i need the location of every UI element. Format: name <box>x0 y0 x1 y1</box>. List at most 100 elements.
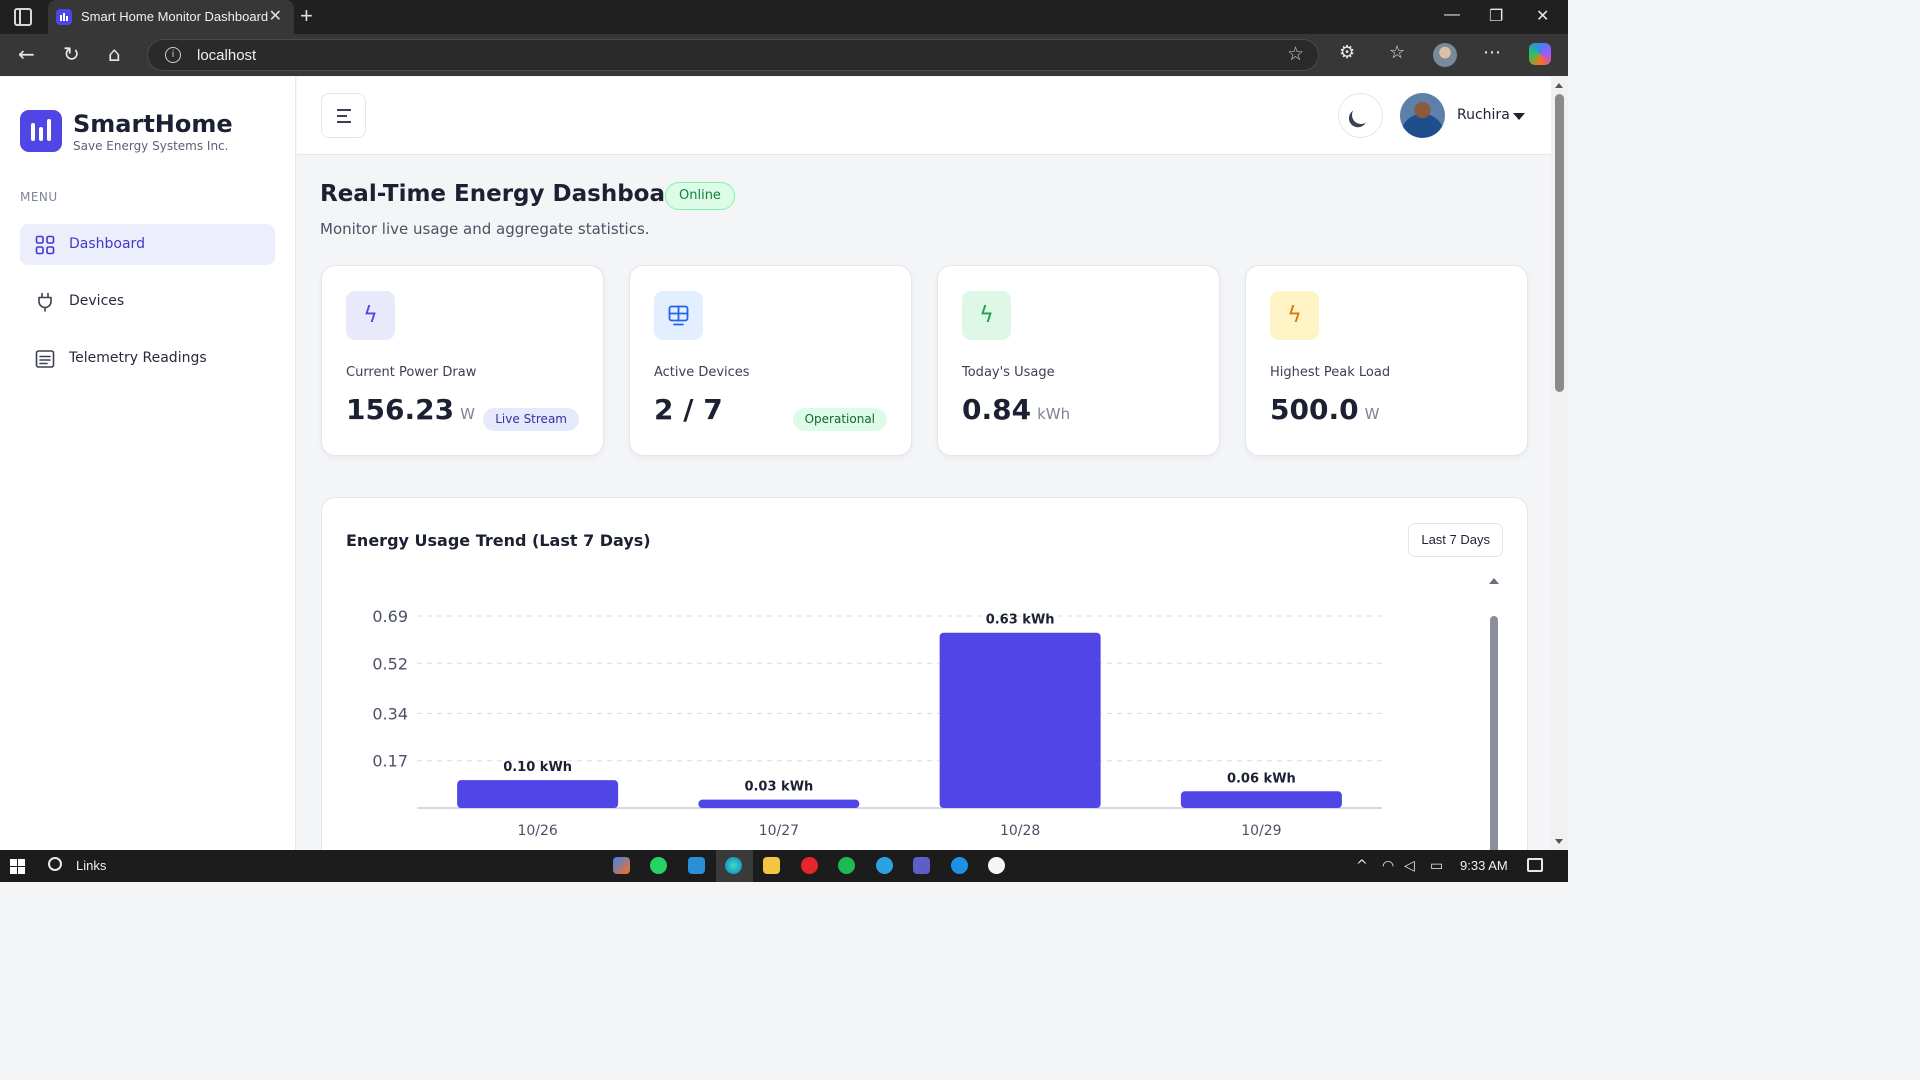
address-bar[interactable]: i localhost ☆ <box>147 39 1319 71</box>
volume-icon[interactable]: ◁ <box>1404 858 1415 874</box>
browser-profile-avatar[interactable] <box>1433 43 1457 67</box>
close-window-button[interactable]: ✕ <box>1536 6 1549 26</box>
brand-name: SmartHome <box>73 110 233 138</box>
browser-tab-bar: Smart Home Monitor Dashboard ✕ + — ❐ ✕ <box>0 0 1568 34</box>
dark-mode-toggle-icon[interactable] <box>1338 93 1383 138</box>
edge-app-icon[interactable] <box>725 857 742 874</box>
stat-card-current-power-draw: ϟ Current Power Draw 156.23 W Live Stream <box>321 265 604 456</box>
sidebar-item-label: Telemetry Readings <box>69 350 207 366</box>
windows-start-icon[interactable] <box>10 859 25 874</box>
chart-bar <box>1180 791 1342 808</box>
menu-toggle-button[interactable] <box>321 93 366 138</box>
user-name[interactable]: Ruchira <box>1457 107 1510 123</box>
browser-tab[interactable]: Smart Home Monitor Dashboard ✕ <box>48 0 294 34</box>
card-badge: Live Stream <box>483 408 579 431</box>
reload-icon[interactable]: ↻ <box>63 42 80 66</box>
whatsapp-app-icon[interactable] <box>650 857 667 874</box>
wifi-icon[interactable]: ◠ <box>1382 858 1394 874</box>
taskbar-clock[interactable]: 9:33 AM <box>1460 858 1508 873</box>
teams-app-icon[interactable] <box>913 857 930 874</box>
y-tick-label: 0.17 <box>372 752 408 771</box>
bar-data-label: 0.06 kWh <box>1227 771 1296 786</box>
avatar[interactable] <box>1400 93 1445 138</box>
card-icon-tile: ϟ <box>1270 291 1319 340</box>
sidebar-item-telemetry-readings[interactable]: Telemetry Readings <box>20 338 275 379</box>
stat-card-todays-usage: ϟ Today's Usage 0.84 kWh <box>937 265 1220 456</box>
x-tick-label: 10/27 <box>759 823 799 839</box>
browser-toolbar: ← ↻ ⌂ i localhost ☆ ⚙ ☆ ⋯ <box>0 34 1568 76</box>
card-unit: kWh <box>1037 405 1071 423</box>
app-icon[interactable] <box>988 857 1005 874</box>
page-title: Real-Time Energy Dashboard <box>320 181 693 207</box>
status-badge: Online <box>665 182 735 210</box>
chevron-up-icon[interactable]: ^ <box>1356 858 1368 874</box>
site-info-icon[interactable]: i <box>165 47 181 63</box>
x-tick-label: 10/29 <box>1241 823 1281 839</box>
scrollbar-thumb[interactable] <box>1555 94 1564 392</box>
spotify-app-icon[interactable] <box>838 857 855 874</box>
home-icon[interactable]: ⌂ <box>108 42 121 66</box>
chart-scroll-up-icon[interactable] <box>1489 578 1499 584</box>
docker-app-icon[interactable] <box>951 857 968 874</box>
search-icon[interactable] <box>48 857 62 871</box>
bar-data-label: 0.10 kWh <box>503 760 572 775</box>
back-icon[interactable]: ← <box>18 42 35 66</box>
energy-usage-bar-chart: 0.17 0.34 0.52 0.69 0.10 kWh 10/26 0.03 kWh 10/… <box>372 607 1382 839</box>
card-icon-tile: ϟ <box>962 291 1011 340</box>
stat-card-highest-peak-load: ϟ Highest Peak Load 500.0 W <box>1245 265 1528 456</box>
grid-icon <box>35 235 55 255</box>
chevron-down-icon[interactable] <box>1513 113 1525 120</box>
date-range-button[interactable]: Last 7 Days <box>1408 523 1503 557</box>
top-header: Ruchira <box>297 77 1551 155</box>
sidebar: SmartHome Save Energy Systems Inc. MENU … <box>0 77 296 850</box>
menu-section-label: MENU <box>20 190 58 204</box>
tab-title: Smart Home Monitor Dashboard <box>81 9 269 24</box>
sidebar-item-devices[interactable]: Devices <box>20 281 275 322</box>
bar-data-label: 0.63 kWh <box>986 613 1055 628</box>
chart-bar <box>939 632 1101 808</box>
more-options-icon[interactable]: ⋯ <box>1483 42 1501 63</box>
card-value: 156.23 W <box>346 393 475 426</box>
card-icon-tile <box>654 291 703 340</box>
sidebar-item-dashboard[interactable]: Dashboard <box>20 224 275 265</box>
favorite-star-icon[interactable]: ☆ <box>1287 43 1304 65</box>
card-badge: Operational <box>792 408 887 431</box>
new-tab-button[interactable]: + <box>300 3 313 29</box>
card-value: 2 / 7 <box>654 393 723 426</box>
copilot-app-icon[interactable] <box>613 857 630 874</box>
url-text[interactable]: localhost <box>197 47 256 64</box>
favorites-icon[interactable]: ☆ <box>1389 42 1405 63</box>
card-label: Today's Usage <box>962 365 1055 380</box>
telegram-app-icon[interactable] <box>876 857 893 874</box>
energy-usage-chart-card: Energy Usage Trend (Last 7 Days) Last 7 … <box>321 497 1528 850</box>
scroll-down-icon[interactable] <box>1555 839 1563 844</box>
chart-scrollbar[interactable] <box>1490 616 1498 850</box>
page-scrollbar[interactable] <box>1551 77 1568 850</box>
x-tick-label: 10/26 <box>517 823 557 839</box>
media-player-app-icon[interactable] <box>801 857 818 874</box>
list-icon <box>35 350 55 368</box>
minimize-button[interactable]: — <box>1444 6 1460 24</box>
battery-icon[interactable]: ▭ <box>1430 858 1443 874</box>
file-explorer-app-icon[interactable] <box>763 857 780 874</box>
scroll-up-icon[interactable] <box>1555 83 1563 88</box>
y-tick-label: 0.69 <box>372 607 408 626</box>
brand-subtitle: Save Energy Systems Inc. <box>73 139 229 153</box>
tab-actions-icon[interactable] <box>14 8 32 26</box>
plug-icon <box>38 292 52 312</box>
card-unit: W <box>1364 405 1380 423</box>
extensions-icon[interactable]: ⚙ <box>1339 42 1355 63</box>
notification-icon[interactable] <box>1527 858 1543 872</box>
vscode-app-icon[interactable] <box>688 857 705 874</box>
x-tick-label: 10/28 <box>1000 823 1040 839</box>
stat-card-active-devices: Active Devices 2 / 7 Operational <box>629 265 912 456</box>
tab-favicon-icon <box>56 9 72 25</box>
card-label: Highest Peak Load <box>1270 365 1391 380</box>
taskbar-links-label[interactable]: Links <box>76 858 106 873</box>
copilot-icon[interactable] <box>1529 43 1551 65</box>
chart-bar <box>457 780 619 808</box>
logo-icon <box>20 110 62 152</box>
maximize-button[interactable]: ❐ <box>1489 6 1503 26</box>
tab-close-icon[interactable]: ✕ <box>269 6 282 26</box>
bar-data-label: 0.03 kWh <box>744 780 813 795</box>
